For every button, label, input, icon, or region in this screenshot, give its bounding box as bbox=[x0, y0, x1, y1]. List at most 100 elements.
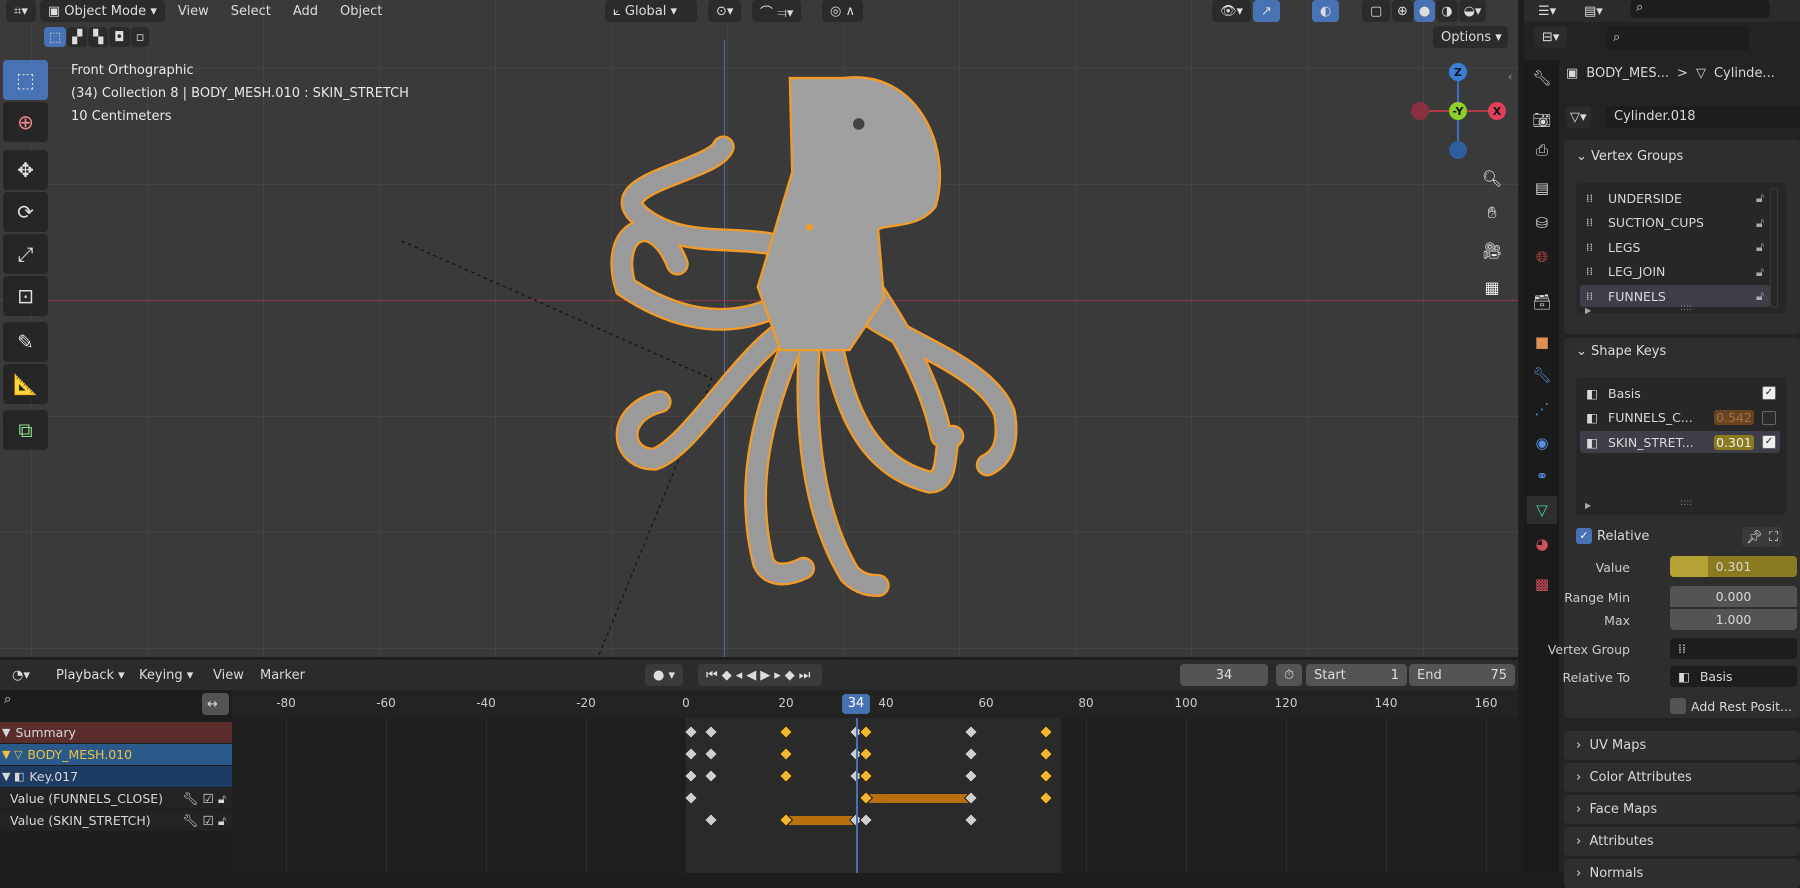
orientation-dropdown[interactable]: ⟀ Global ▾ bbox=[605, 0, 697, 22]
tab-object[interactable]: ■ bbox=[1527, 328, 1557, 356]
tab-modifiers[interactable]: 🔧︎ bbox=[1527, 361, 1557, 389]
edit-mode-shape-button[interactable]: ⛶ bbox=[1765, 527, 1783, 547]
vertex-group-item[interactable]: ⁞⁞ FUNNELS 🔓︎ bbox=[1580, 285, 1770, 307]
pan-view-button[interactable]: ✋︎ bbox=[1478, 199, 1506, 227]
frame-ruler[interactable]: -80 -60 -40 -20 0 20 40 60 80 100 120 140 160 bbox=[232, 690, 1518, 718]
menu-view[interactable]: View bbox=[169, 4, 218, 19]
unlock-icon[interactable]: 🔓︎ bbox=[1756, 190, 1770, 206]
mesh-name-field[interactable]: Cylinder.018 bbox=[1606, 106, 1800, 128]
shape-keys-header[interactable]: ⌄ Shape Keys bbox=[1576, 344, 1666, 359]
unlock-icon[interactable]: 🔓︎ bbox=[218, 813, 226, 829]
preview-range-toggle[interactable]: ⏱ bbox=[1276, 664, 1303, 686]
unlock-icon[interactable]: 🔓︎ bbox=[1756, 288, 1770, 304]
select-new-button[interactable]: ⬚ bbox=[44, 27, 67, 47]
menu-object[interactable]: Object bbox=[331, 4, 391, 19]
shape-key-mute-checkbox[interactable] bbox=[1762, 410, 1776, 425]
material-shading-button[interactable]: ◑ bbox=[1436, 0, 1458, 22]
panel-normals[interactable]: › Normals bbox=[1564, 859, 1800, 888]
tab-material[interactable]: ◕ bbox=[1527, 530, 1557, 558]
menu-playback[interactable]: Playback ▾ bbox=[48, 664, 133, 686]
editor-type-button[interactable]: ⌗▾ bbox=[6, 0, 36, 22]
list-expand-icon[interactable]: ▶ bbox=[1585, 306, 1591, 315]
properties-editor-type[interactable]: ⊟▾ bbox=[1534, 26, 1568, 48]
xray-toggle[interactable]: ▢ bbox=[1362, 0, 1391, 22]
max-field[interactable]: 1.000 bbox=[1670, 609, 1797, 630]
sidebar-toggle[interactable]: ‹ bbox=[1508, 70, 1512, 83]
tab-render[interactable]: 📷︎ bbox=[1527, 106, 1557, 134]
relative-to-field[interactable]: ◧ Basis bbox=[1670, 666, 1797, 687]
tab-constraints[interactable]: ⚭ bbox=[1527, 462, 1557, 490]
expand-triangle-icon[interactable]: ▼ ◧ bbox=[2, 770, 24, 783]
wrench-icon[interactable]: 🔧︎ bbox=[183, 791, 199, 807]
scale-tool[interactable]: ⤢ bbox=[3, 234, 48, 274]
tab-tool[interactable]: 🔧︎ bbox=[1527, 64, 1557, 92]
playhead-line[interactable] bbox=[856, 718, 858, 873]
menu-select[interactable]: Select bbox=[222, 4, 280, 19]
visibility-dropdown[interactable]: 👁▾ bbox=[1212, 0, 1252, 22]
tab-view-layer[interactable]: ▤ bbox=[1527, 174, 1557, 202]
shape-key-pin-button[interactable]: 📌︎ bbox=[1742, 527, 1767, 547]
unlock-icon[interactable]: 🔓︎ bbox=[1756, 264, 1770, 280]
3d-viewport[interactable]: ⌗▾ ▣ Object Mode ▾ View Select Add Objec… bbox=[0, 0, 1518, 657]
panel-face-maps[interactable]: › Face Maps bbox=[1564, 795, 1800, 824]
list-resize-handle[interactable]: :::: bbox=[1680, 303, 1692, 313]
current-frame-field[interactable]: 34 bbox=[1180, 664, 1268, 686]
rendered-shading-button[interactable]: ◒▾ bbox=[1458, 0, 1487, 22]
vertex-group-item[interactable]: ⁞⁞ SUCTION_CUPS 🔓︎ bbox=[1580, 212, 1770, 234]
auto-key-button[interactable]: ● ▾ bbox=[645, 664, 684, 686]
channel-fcurve[interactable]: Value (FUNNELS_CLOSE) 🔧︎ ☑ 🔓︎ bbox=[0, 788, 232, 809]
vertex-group-field[interactable]: ⁞⁞ bbox=[1670, 638, 1797, 659]
tab-particles[interactable]: ⋰ bbox=[1527, 395, 1557, 423]
ortho-toggle-button[interactable]: ▦ bbox=[1478, 273, 1506, 301]
value-slider[interactable]: 0.301 bbox=[1670, 556, 1797, 577]
panel-uv-maps[interactable]: › UV Maps bbox=[1564, 731, 1800, 760]
snap-toggle[interactable]: ⌒ ⫤▾ bbox=[752, 0, 802, 22]
unlock-icon[interactable]: 🔓︎ bbox=[218, 791, 226, 807]
end-frame-field[interactable]: End 75 bbox=[1409, 664, 1515, 686]
vertex-group-scrollbar[interactable] bbox=[1770, 188, 1778, 308]
zoom-view-button[interactable]: 🔍︎ bbox=[1478, 164, 1506, 192]
wrench-icon[interactable]: 🔧︎ bbox=[183, 813, 199, 829]
select-extend-button[interactable]: ▞ bbox=[67, 27, 88, 47]
panel-color-attributes[interactable]: › Color Attributes bbox=[1564, 763, 1800, 792]
gizmo-z-axis[interactable]: Z bbox=[1449, 63, 1467, 81]
vertex-groups-header[interactable]: ⌄ Vertex Groups bbox=[1576, 149, 1683, 164]
tab-world[interactable]: 🌐︎ bbox=[1527, 243, 1557, 271]
menu-timeline-view[interactable]: View bbox=[213, 668, 244, 683]
tab-output[interactable]: ⎙ bbox=[1527, 136, 1557, 164]
gizmo-x-axis[interactable]: X bbox=[1488, 102, 1506, 120]
channel-object[interactable]: ▼ ▽ BODY_MESH.010 bbox=[0, 744, 232, 765]
menu-marker[interactable]: Marker bbox=[260, 668, 305, 683]
dopesheet-area[interactable] bbox=[232, 718, 1518, 873]
expand-triangle-icon[interactable]: ▼ ▽ bbox=[2, 748, 22, 761]
expand-triangle-icon[interactable]: ▼ bbox=[2, 726, 10, 739]
relative-checkbox[interactable]: ✓ Relative bbox=[1576, 528, 1649, 544]
range-min-field[interactable]: 0.000 bbox=[1670, 586, 1797, 607]
overlays-toggle[interactable]: ◐ bbox=[1312, 0, 1340, 22]
properties-search-input[interactable]: ⌕ bbox=[1607, 26, 1749, 50]
mode-dropdown[interactable]: ▣ Object Mode ▾ bbox=[39, 0, 165, 22]
select-box-tool[interactable]: ⬚ bbox=[3, 60, 48, 100]
channel-summary[interactable]: ▼ Summary bbox=[0, 722, 232, 743]
list-resize-handle[interactable]: :::: bbox=[1680, 498, 1692, 508]
channel-fcurve[interactable]: Value (SKIN_STRETCH) 🔧︎ ☑ 🔓︎ bbox=[0, 810, 232, 831]
tab-scene[interactable]: ⛁ bbox=[1527, 209, 1557, 237]
tab-physics[interactable]: ◉ bbox=[1527, 429, 1557, 457]
menu-add[interactable]: Add bbox=[284, 4, 327, 19]
camera-view-button[interactable]: 🎥︎ bbox=[1478, 236, 1506, 264]
vertex-group-item[interactable]: ⁞⁞ LEG_JOIN 🔓︎ bbox=[1580, 261, 1770, 283]
vertex-group-item[interactable]: ⁞⁞ LEGS 🔓︎ bbox=[1580, 236, 1770, 258]
checkbox-icon[interactable]: ☑ bbox=[203, 791, 214, 806]
shape-key-value[interactable]: 0.301 bbox=[1714, 434, 1754, 450]
outliner-search-input[interactable]: ⌕ bbox=[1630, 0, 1770, 18]
outliner-display-mode[interactable]: ☰▾ bbox=[1530, 0, 1565, 22]
timeline-editor-type[interactable]: ◔▾ bbox=[4, 664, 38, 686]
select-invert-button[interactable]: ◘ bbox=[109, 27, 130, 47]
playhead-frame-badge[interactable]: 34 bbox=[842, 694, 870, 714]
gizmo-neg-z-axis[interactable] bbox=[1449, 141, 1467, 159]
options-dropdown[interactable]: Options ▾ bbox=[1433, 26, 1508, 48]
mesh-browse-button[interactable]: ▽▾ bbox=[1566, 106, 1591, 128]
outliner-filter[interactable]: ▤▾ bbox=[1576, 0, 1611, 22]
sync-visibility-toggle[interactable]: ↔ bbox=[202, 693, 229, 715]
tab-mesh-data[interactable]: ▽ bbox=[1527, 496, 1557, 524]
